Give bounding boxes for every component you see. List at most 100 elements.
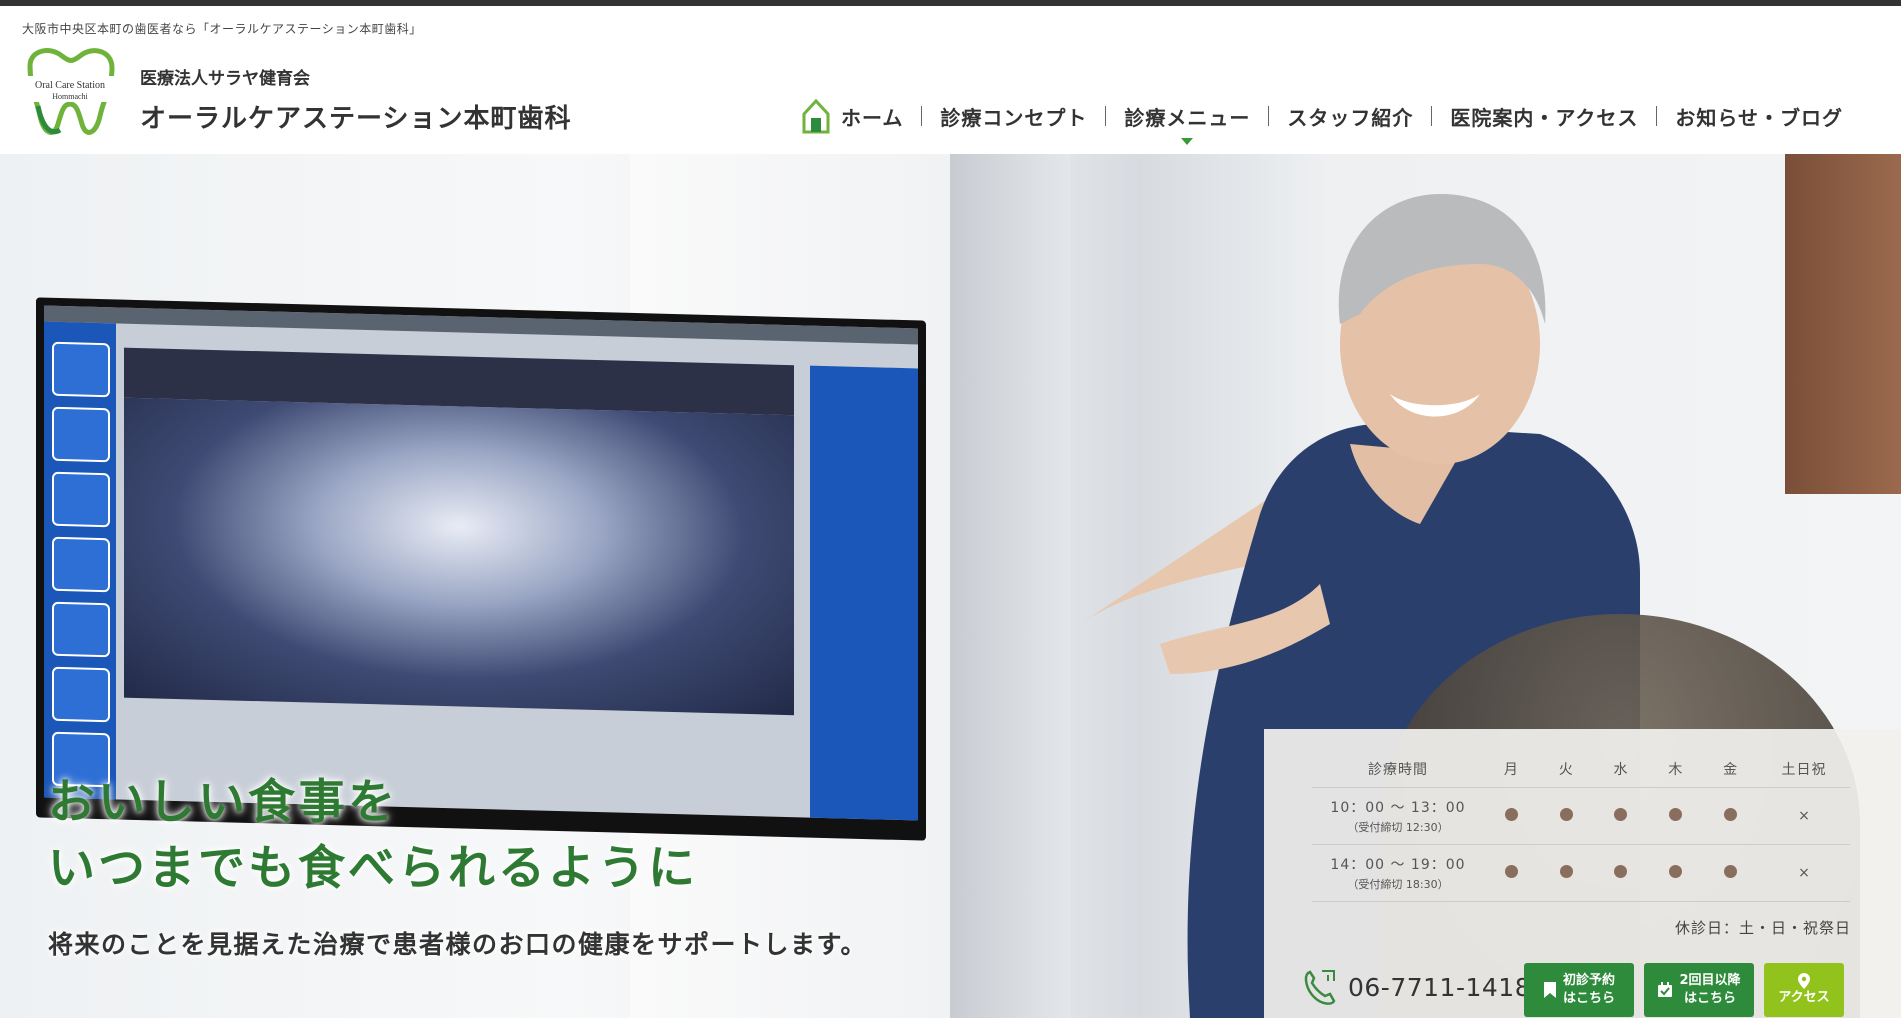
hours-header-wed: 水 xyxy=(1593,751,1649,788)
hours-deadline: （受付締切 12:30） xyxy=(1347,821,1449,834)
open-dot-icon xyxy=(1614,807,1628,821)
hours-cell-open xyxy=(1648,787,1704,845)
hours-header-time: 診療時間 xyxy=(1312,751,1484,788)
first-visit-label-line2: はこちら xyxy=(1562,991,1615,1006)
hours-cell-open xyxy=(1484,844,1539,902)
hours-header-tue: 火 xyxy=(1538,751,1594,788)
hero-subline: 将来のことを見据えた治療で患者様のお口の健康をサポートします。 xyxy=(48,930,868,959)
nav-item-access[interactable]: 医院案内・アクセス xyxy=(1432,102,1656,131)
open-dot-icon xyxy=(1559,807,1573,821)
hours-cell-closed: × xyxy=(1758,844,1850,902)
open-dot-icon xyxy=(1669,864,1683,878)
site-header: 大阪市中央区本町の歯医者なら「オーラルケアステーション本町歯科」 Oral Ca… xyxy=(0,6,1901,154)
hours-cell-open xyxy=(1703,844,1758,902)
xray-monitor-image xyxy=(36,297,926,841)
tooth-logo-icon: Oral Care Station Hommachi xyxy=(26,48,116,135)
open-dot-icon xyxy=(1669,807,1683,821)
first-visit-label-line1: 初診予約 xyxy=(1562,973,1615,988)
monitor-button xyxy=(52,406,110,463)
nav-label-news: お知らせ・ブログ xyxy=(1675,105,1843,130)
nav-item-staff[interactable]: スタッフ紹介 xyxy=(1269,102,1431,131)
hours-cell-open xyxy=(1538,787,1594,845)
monitor-right-panel xyxy=(810,365,918,821)
panoramic-xray xyxy=(124,397,794,716)
monitor-sidebar xyxy=(44,321,116,800)
hero-headline-line1: おいしい食事を xyxy=(48,775,398,830)
phone-number[interactable]: 06-7711-1418 xyxy=(1348,973,1531,1002)
home-icon xyxy=(801,98,831,134)
open-dot-icon xyxy=(1504,864,1518,878)
closed-mark: × xyxy=(1798,808,1810,824)
hours-deadline: （受付締切 18:30） xyxy=(1347,878,1449,891)
nav-item-concept[interactable]: 診療コンセプト xyxy=(922,102,1105,131)
hours-row-afternoon: 14：00 〜 19：00 （受付締切 18:30） × xyxy=(1312,844,1850,902)
return-visit-label-line2: はこちら xyxy=(1683,991,1736,1006)
phone-icon xyxy=(1304,970,1336,1005)
hours-time: 14：00 〜 19：00 xyxy=(1330,857,1466,873)
open-dot-icon xyxy=(1724,807,1738,821)
hours-cell-closed: × xyxy=(1758,787,1850,845)
access-label: アクセス xyxy=(1778,990,1830,1005)
return-visit-label: 2回目以降 はこちら xyxy=(1679,972,1740,1008)
first-visit-booking-button[interactable]: 初診予約 はこちら xyxy=(1524,963,1634,1017)
nav-label-home: ホーム xyxy=(840,105,904,130)
corporation-name: 医療法人サラヤ健育会 xyxy=(140,69,310,89)
hours-header-row: 診療時間 月 火 水 木 金 土日祝 xyxy=(1312,751,1850,788)
return-visit-booking-button[interactable]: 2回目以降 はこちら xyxy=(1644,963,1754,1017)
consultation-hours-panel: 診療時間 月 火 水 木 金 土日祝 10：00 〜 13：00 （受付締切 1… xyxy=(1264,729,1901,1018)
monitor-button xyxy=(52,601,110,658)
phone-contact[interactable]: 06-7711-1418 xyxy=(1300,967,1531,1007)
hours-header-mon: 月 xyxy=(1484,751,1539,788)
map-pin-icon xyxy=(1798,973,1810,989)
nav-item-home[interactable]: ホーム xyxy=(783,98,921,134)
hero-background-pillar xyxy=(950,154,1070,1018)
open-dot-icon xyxy=(1614,864,1628,878)
logo-text-line1: Oral Care Station xyxy=(35,80,105,91)
header-tagline: 大阪市中央区本町の歯医者なら「オーラルケアステーション本町歯科」 xyxy=(22,22,422,36)
monitor-button xyxy=(52,471,110,528)
monitor-screen xyxy=(44,305,918,821)
first-visit-label: 初診予約 はこちら xyxy=(1563,972,1615,1008)
clinic-name[interactable]: オーラルケアステーション本町歯科 xyxy=(140,98,571,135)
nav-label-concept: 診療コンセプト xyxy=(940,105,1088,130)
open-dot-icon xyxy=(1504,807,1518,821)
hours-time-cell: 10：00 〜 13：00 （受付締切 12:30） xyxy=(1312,787,1484,845)
hours-header-fri: 金 xyxy=(1703,751,1758,788)
nav-label-access: 医院案内・アクセス xyxy=(1450,105,1639,130)
hours-cell-open xyxy=(1648,844,1704,902)
hours-time-cell: 14：00 〜 19：00 （受付締切 18:30） xyxy=(1312,844,1484,902)
logo-text-line2: Hommachi xyxy=(52,92,88,101)
dropdown-caret-icon xyxy=(1181,137,1194,145)
open-dot-icon xyxy=(1559,864,1573,878)
hero-background-cabinet xyxy=(1785,154,1901,494)
nav-label-menu: 診療メニュー xyxy=(1124,105,1251,130)
monitor-button xyxy=(52,341,110,398)
clinic-logo[interactable]: Oral Care Station Hommachi xyxy=(20,46,120,142)
hours-time: 10：00 〜 13：00 xyxy=(1330,800,1466,816)
hours-cell-open xyxy=(1593,787,1649,845)
nav-item-menu[interactable]: 診療メニュー xyxy=(1106,102,1268,145)
calendar-icon xyxy=(1658,982,1673,997)
open-dot-icon xyxy=(1724,864,1738,878)
return-visit-label-line1: 2回目以降 xyxy=(1679,973,1741,988)
monitor-button xyxy=(52,536,110,593)
closed-mark: × xyxy=(1798,865,1810,881)
hours-header-thu: 木 xyxy=(1648,751,1704,788)
hero-headline: おいしい食事を いつまでも食べられるように xyxy=(48,770,698,902)
hours-cell-open xyxy=(1538,844,1594,902)
nav-label-staff: スタッフ紹介 xyxy=(1287,105,1414,130)
bookmark-icon xyxy=(1543,982,1556,998)
hours-cell-open xyxy=(1484,787,1539,845)
hours-header-weekend: 土日祝 xyxy=(1758,751,1850,788)
hours-row-morning: 10：00 〜 13：00 （受付締切 12:30） × xyxy=(1312,787,1850,845)
hero-headline-line2: いつまでも食べられるように xyxy=(48,841,698,896)
hours-cell-open xyxy=(1593,844,1649,902)
global-nav: ホーム 診療コンセプト 診療メニュー スタッフ紹介 医院案内・アクセス お知らせ… xyxy=(783,98,1861,145)
cta-buttons: 初診予約 はこちら 2回目以降 はこちら アクセス xyxy=(1524,963,1854,1017)
hours-table: 診療時間 月 火 水 木 金 土日祝 10：00 〜 13：00 （受付締切 1… xyxy=(1312,751,1850,902)
monitor-button xyxy=(52,666,110,723)
nav-item-news[interactable]: お知らせ・ブログ xyxy=(1657,102,1861,131)
access-button[interactable]: アクセス xyxy=(1764,963,1844,1017)
closed-days-note: 休診日：土・日・祝祭日 xyxy=(1674,919,1851,937)
hours-cell-open xyxy=(1703,787,1758,845)
